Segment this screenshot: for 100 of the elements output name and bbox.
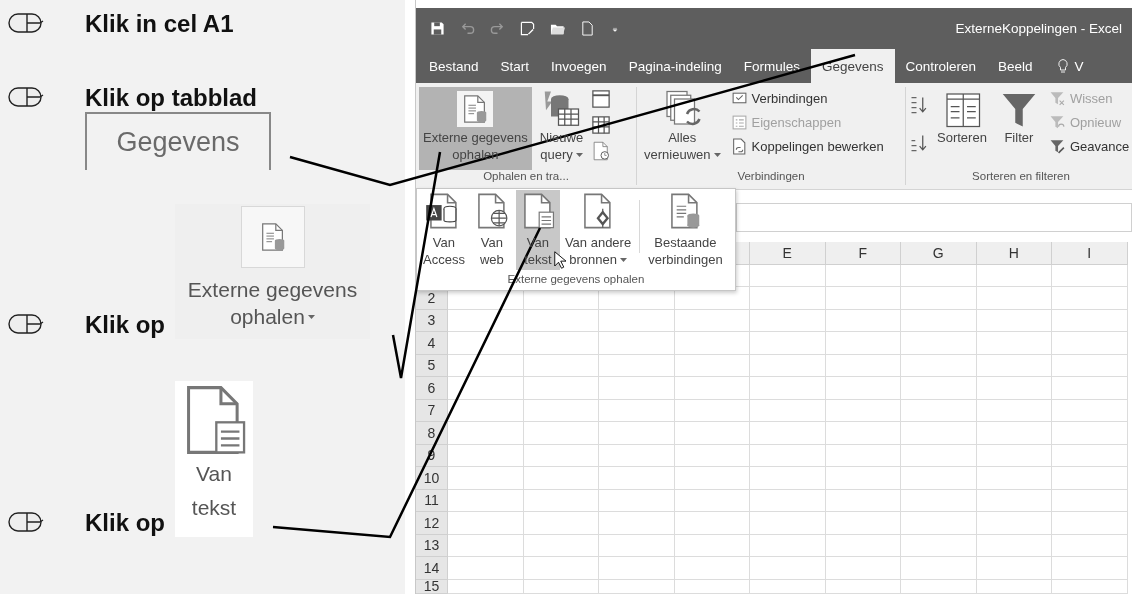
table-cell[interactable] [976, 377, 1052, 400]
table-cell[interactable] [901, 332, 977, 355]
formula-bar[interactable] [736, 203, 1132, 232]
table-cell[interactable] [448, 512, 524, 535]
table-cell[interactable] [448, 422, 524, 445]
table-cell[interactable] [901, 377, 977, 400]
table-cell[interactable] [1052, 444, 1128, 467]
ribbon-button[interactable]: Verbindingen [728, 89, 886, 108]
redo-icon[interactable] [490, 21, 505, 36]
table-cell[interactable] [599, 354, 675, 377]
table-cell[interactable] [901, 512, 977, 535]
ribbon-button[interactable]: Alles vernieuwen [640, 87, 725, 170]
row-header[interactable]: 14 [416, 557, 448, 580]
table-cell[interactable] [674, 467, 750, 490]
table-cell[interactable] [976, 467, 1052, 490]
table-cell[interactable] [1052, 489, 1128, 512]
table-cell[interactable] [1052, 354, 1128, 377]
table-cell[interactable] [599, 332, 675, 355]
table-cell[interactable] [599, 444, 675, 467]
column-header[interactable]: H [976, 242, 1052, 265]
table-cell[interactable] [448, 332, 524, 355]
row-header[interactable]: 11 [416, 489, 448, 512]
table-cell[interactable] [674, 377, 750, 400]
table-cell[interactable] [674, 332, 750, 355]
table-cell[interactable] [901, 287, 977, 310]
table-cell[interactable] [976, 422, 1052, 445]
table-cell[interactable] [674, 422, 750, 445]
table-cell[interactable] [976, 557, 1052, 580]
ribbon-tab[interactable]: Invoegen [540, 49, 618, 83]
row-header[interactable]: 13 [416, 534, 448, 557]
ribbon-tab[interactable]: Gegevens [810, 49, 895, 83]
row-header[interactable]: 6 [416, 377, 448, 400]
table-cell[interactable] [901, 489, 977, 512]
table-cell[interactable] [1052, 534, 1128, 557]
table-cell[interactable] [750, 512, 826, 535]
menu-item[interactable]: Van Access [420, 190, 468, 270]
table-cell[interactable] [750, 264, 826, 287]
table-cell[interactable] [599, 534, 675, 557]
ribbon-button[interactable]: Geavance [1046, 137, 1132, 156]
table-cell[interactable] [448, 377, 524, 400]
table-cell[interactable] [1052, 377, 1128, 400]
document-clock-icon[interactable] [591, 141, 612, 161]
table-cell[interactable] [750, 287, 826, 310]
table-cell[interactable] [523, 467, 599, 490]
table-cell[interactable] [750, 332, 826, 355]
table-cell[interactable] [448, 489, 524, 512]
table-cell[interactable] [523, 332, 599, 355]
table-cell[interactable] [1052, 512, 1128, 535]
row-header[interactable]: 8 [416, 422, 448, 445]
table-icon[interactable] [591, 89, 612, 109]
table-cell[interactable] [1052, 422, 1128, 445]
table-cell[interactable] [750, 444, 826, 467]
table-cell[interactable] [901, 467, 977, 490]
document-icon[interactable] [580, 21, 595, 36]
table-cell[interactable] [901, 399, 977, 422]
table-cell[interactable] [750, 557, 826, 580]
table-cell[interactable] [674, 557, 750, 580]
table-cell[interactable] [448, 444, 524, 467]
table-cell[interactable] [1052, 467, 1128, 490]
table-cell[interactable] [750, 354, 826, 377]
table-cell[interactable] [750, 422, 826, 445]
row-header[interactable]: 5 [416, 354, 448, 377]
table-cell[interactable] [599, 422, 675, 445]
ribbon-button[interactable]: Filter [994, 87, 1043, 170]
table-cell[interactable] [750, 467, 826, 490]
table-cell[interactable] [599, 557, 675, 580]
table-cell[interactable] [901, 354, 977, 377]
ribbon-button[interactable]: Externe gegevens ophalen [419, 87, 532, 170]
table-cell[interactable] [825, 467, 901, 490]
table-cell[interactable] [901, 557, 977, 580]
table-cell[interactable] [599, 309, 675, 332]
table-cell[interactable] [825, 557, 901, 580]
row-header[interactable]: 3 [416, 309, 448, 332]
table-cell[interactable] [976, 512, 1052, 535]
row-header[interactable]: 10 [416, 467, 448, 490]
column-header[interactable]: E [750, 242, 826, 265]
table-cell[interactable] [825, 422, 901, 445]
menu-item[interactable]: Van web [469, 190, 514, 270]
sort-ascending-icon[interactable] [909, 95, 929, 115]
table-cell[interactable] [1052, 264, 1128, 287]
table-cell[interactable] [750, 377, 826, 400]
table-cell[interactable] [825, 287, 901, 310]
table-cell[interactable] [825, 377, 901, 400]
table-cell[interactable] [448, 557, 524, 580]
row-header[interactable]: 12 [416, 512, 448, 535]
table-cell[interactable] [1052, 332, 1128, 355]
table-cell[interactable] [448, 467, 524, 490]
table-cell[interactable] [976, 332, 1052, 355]
table-cell[interactable] [448, 534, 524, 557]
table-cell[interactable] [599, 377, 675, 400]
ribbon-tab[interactable]: Beeld [987, 49, 1044, 83]
table-cell[interactable] [901, 309, 977, 332]
ribbon-tab[interactable]: Pagina-indeling [617, 49, 733, 83]
table-cell[interactable] [599, 489, 675, 512]
table-cell[interactable] [599, 467, 675, 490]
save-icon[interactable] [430, 21, 445, 36]
table-cell[interactable] [1052, 309, 1128, 332]
table-cell[interactable] [750, 534, 826, 557]
table-cell[interactable] [599, 512, 675, 535]
ribbon-button[interactable]: Sorteren [933, 87, 991, 170]
